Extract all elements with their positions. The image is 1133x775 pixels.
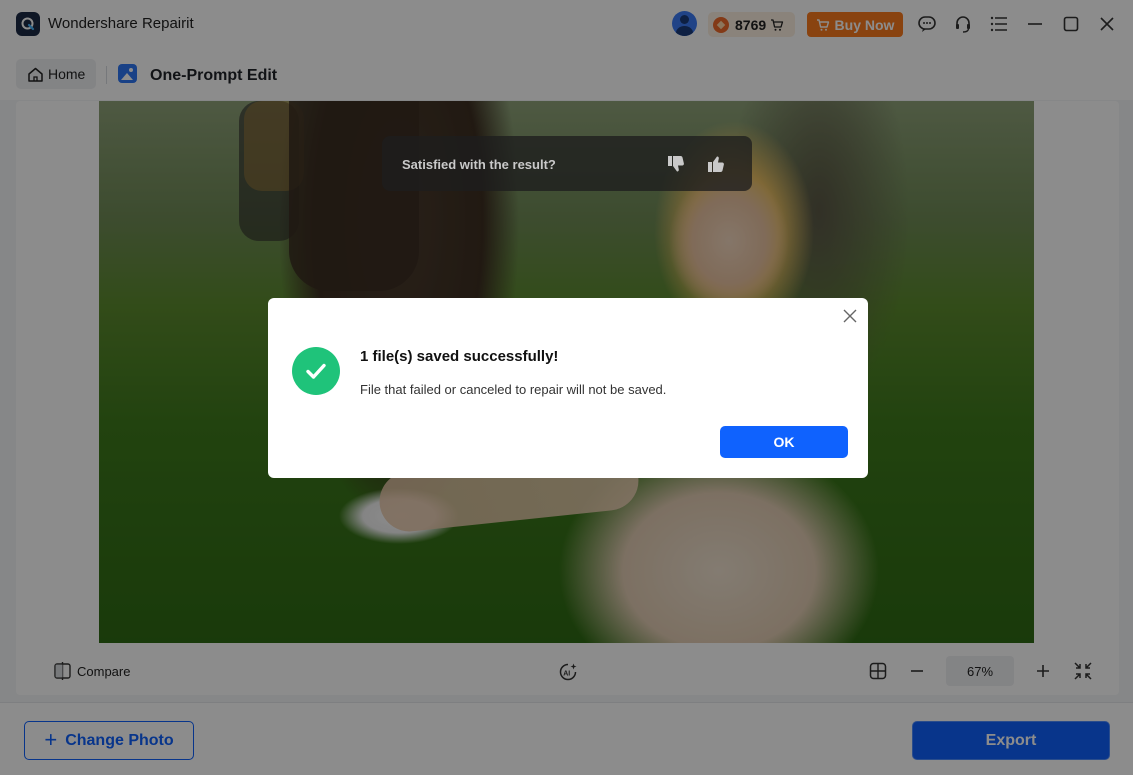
feedback-question: Satisfied with the result?: [402, 157, 556, 172]
thumbs-up-icon[interactable]: [705, 153, 727, 175]
check-icon: [292, 347, 340, 395]
dialog-message: File that failed or canceled to repair w…: [360, 382, 667, 397]
save-success-dialog: 1 file(s) saved successfully! File that …: [268, 298, 868, 478]
feedback-prompt: Satisfied with the result?: [382, 136, 752, 191]
ok-label: OK: [773, 434, 795, 450]
dialog-close-icon[interactable]: [842, 308, 858, 324]
thumbs-down-icon[interactable]: [665, 153, 687, 175]
dialog-title: 1 file(s) saved successfully!: [360, 348, 559, 365]
ok-button[interactable]: OK: [720, 426, 848, 458]
